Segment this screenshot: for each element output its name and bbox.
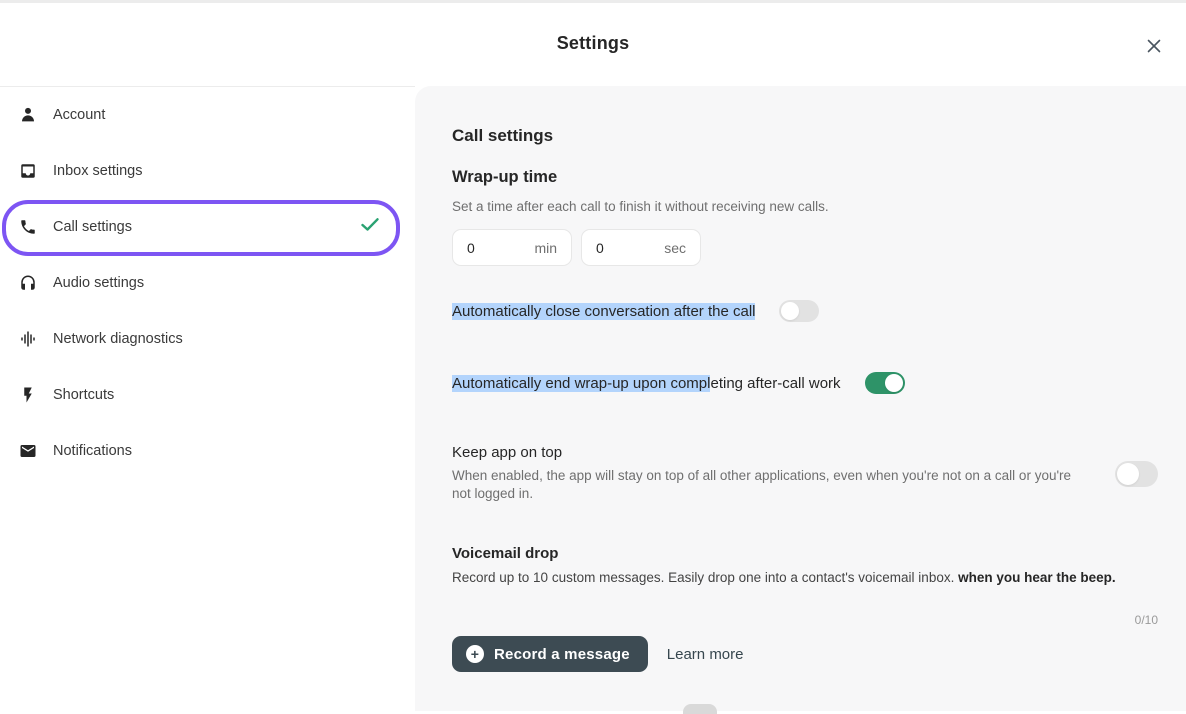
- record-message-button[interactable]: + Record a message: [452, 636, 648, 672]
- sidebar-item-account[interactable]: Account: [0, 87, 415, 143]
- learn-more-link[interactable]: Learn more: [667, 646, 744, 663]
- user-icon: [19, 106, 37, 124]
- sidebar-item-notifications[interactable]: Notifications: [0, 423, 415, 479]
- sidebar-item-inbox-settings[interactable]: Inbox settings: [0, 143, 415, 199]
- wrap-up-time-heading: Wrap-up time: [452, 168, 1158, 187]
- seconds-field[interactable]: sec: [581, 229, 701, 266]
- scroll-down-indicator[interactable]: [683, 704, 717, 714]
- voicemail-drop-section: Voicemail drop Record up to 10 custom me…: [452, 545, 1158, 672]
- seconds-input[interactable]: [596, 240, 640, 256]
- keep-app-on-top-toggle[interactable]: [1115, 461, 1158, 487]
- inbox-icon: [19, 162, 37, 180]
- sidebar-item-label: Shortcuts: [53, 387, 114, 403]
- auto-end-wrapup-row: Automatically end wrap-up upon completin…: [452, 372, 1158, 394]
- sidebar-item-label: Call settings: [53, 219, 132, 235]
- keep-app-on-top-text: Keep app on top When enabled, the app wi…: [452, 444, 1082, 503]
- toggle-knob: [781, 302, 799, 320]
- selected-check-icon: [361, 218, 379, 237]
- phone-icon: [19, 218, 37, 236]
- voicemail-beep-note: when you hear the beep.: [958, 570, 1116, 585]
- keep-app-on-top-description: When enabled, the app will stay on top o…: [452, 467, 1082, 503]
- seconds-unit-label: sec: [664, 240, 686, 256]
- toggle-knob: [1117, 463, 1139, 485]
- sidebar-item-shortcuts[interactable]: Shortcuts: [0, 367, 415, 423]
- wrap-up-time-description: Set a time after each call to finish it …: [452, 199, 1158, 214]
- equalizer-icon: [19, 330, 37, 348]
- wrap-up-time-inputs: min sec: [452, 229, 1158, 266]
- settings-sidebar: Account Inbox settings Call settings Aud…: [0, 86, 415, 711]
- close-button[interactable]: [1142, 35, 1166, 59]
- keep-app-on-top-row: Keep app on top When enabled, the app wi…: [452, 444, 1158, 503]
- sidebar-item-network-diagnostics[interactable]: Network diagnostics: [0, 311, 415, 367]
- keep-app-on-top-title: Keep app on top: [452, 444, 1082, 461]
- sidebar-item-label: Network diagnostics: [53, 331, 183, 347]
- plus-icon: +: [466, 645, 484, 663]
- dialog-header: Settings: [0, 3, 1186, 86]
- sidebar-item-call-settings[interactable]: Call settings: [0, 199, 415, 255]
- close-icon: [1145, 37, 1163, 58]
- auto-close-toggle[interactable]: [779, 300, 819, 322]
- minutes-field[interactable]: min: [452, 229, 572, 266]
- call-settings-panel: Call settings Wrap-up time Set a time af…: [415, 86, 1186, 711]
- sidebar-item-audio-settings[interactable]: Audio settings: [0, 255, 415, 311]
- dialog-title: Settings: [0, 33, 1186, 54]
- sidebar-item-label: Account: [53, 107, 105, 123]
- sidebar-item-label: Notifications: [53, 443, 132, 459]
- voicemail-actions: + Record a message Learn more: [452, 636, 1158, 672]
- sidebar-item-label: Audio settings: [53, 275, 144, 291]
- headphones-icon: [19, 274, 37, 292]
- voicemail-drop-title: Voicemail drop: [452, 545, 1158, 562]
- page-title: Call settings: [452, 126, 1158, 146]
- auto-close-row: Automatically close conversation after t…: [452, 300, 1158, 322]
- lightning-icon: [19, 386, 37, 404]
- minutes-unit-label: min: [534, 240, 557, 256]
- auto-end-wrapup-toggle[interactable]: [865, 372, 905, 394]
- record-message-label: Record a message: [494, 646, 630, 663]
- envelope-icon: [19, 442, 37, 460]
- sidebar-item-label: Inbox settings: [53, 163, 142, 179]
- auto-close-label: Automatically close conversation after t…: [452, 303, 755, 320]
- voicemail-drop-description: Record up to 10 custom messages. Easily …: [452, 570, 1158, 585]
- auto-end-wrapup-label: Automatically end wrap-up upon completin…: [452, 375, 841, 392]
- toggle-knob: [885, 374, 903, 392]
- minutes-input[interactable]: [467, 240, 511, 256]
- voicemail-counter: 0/10: [452, 613, 1158, 627]
